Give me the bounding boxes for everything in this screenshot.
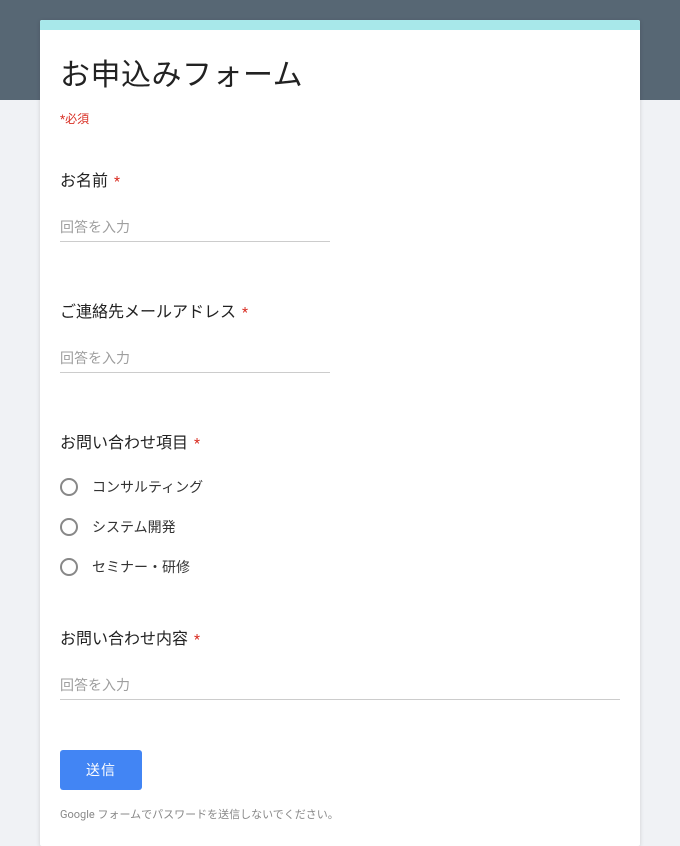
label-text: お問い合わせ項目 (60, 433, 188, 452)
label-text: お名前 (60, 171, 108, 190)
radio-icon (60, 518, 78, 536)
required-asterisk: * (194, 436, 200, 452)
radio-option-seminar[interactable]: セミナー・研修 (60, 557, 620, 577)
field-inquiry-type-label: お問い合わせ項目 * (60, 429, 620, 453)
accent-bar (40, 20, 640, 30)
radio-option-consulting[interactable]: コンサルティング (60, 477, 620, 497)
submit-row: 送信 (60, 750, 620, 790)
radio-icon (60, 478, 78, 496)
required-asterisk: * (114, 174, 120, 190)
name-input[interactable] (60, 215, 330, 242)
label-text: ご連絡先メールアドレス (60, 302, 236, 321)
form-title: お申込みフォーム (60, 50, 620, 94)
field-inquiry-content-label: お問い合わせ内容 * (60, 625, 620, 649)
inquiry-content-input[interactable] (60, 673, 620, 700)
field-name: お名前 * (60, 167, 620, 242)
field-email: ご連絡先メールアドレス * (60, 298, 620, 373)
radio-option-system-dev[interactable]: システム開発 (60, 517, 620, 537)
page-background: お申込みフォーム *必須 お名前 * ご連絡先メールアドレス * お問い合わせ項… (0, 0, 680, 844)
label-text: お問い合わせ内容 (60, 629, 188, 648)
required-asterisk: * (242, 305, 248, 321)
footer-note: Google フォームでパスワードを送信しないでください。 (60, 806, 620, 822)
field-inquiry-type: お問い合わせ項目 * コンサルティング システム開発 セミナー・研修 (60, 429, 620, 577)
required-note: *必須 (60, 110, 620, 127)
required-asterisk: * (194, 632, 200, 648)
field-email-label: ご連絡先メールアドレス * (60, 298, 620, 322)
radio-label: システム開発 (92, 517, 176, 537)
form-card: お申込みフォーム *必須 お名前 * ご連絡先メールアドレス * お問い合わせ項… (40, 20, 640, 846)
field-inquiry-content: お問い合わせ内容 * (60, 625, 620, 700)
field-name-label: お名前 * (60, 167, 620, 191)
radio-label: セミナー・研修 (92, 557, 190, 577)
radio-icon (60, 558, 78, 576)
email-input[interactable] (60, 346, 330, 373)
submit-button[interactable]: 送信 (60, 750, 142, 790)
radio-label: コンサルティング (92, 477, 203, 497)
form-content: お申込みフォーム *必須 お名前 * ご連絡先メールアドレス * お問い合わせ項… (40, 30, 640, 846)
